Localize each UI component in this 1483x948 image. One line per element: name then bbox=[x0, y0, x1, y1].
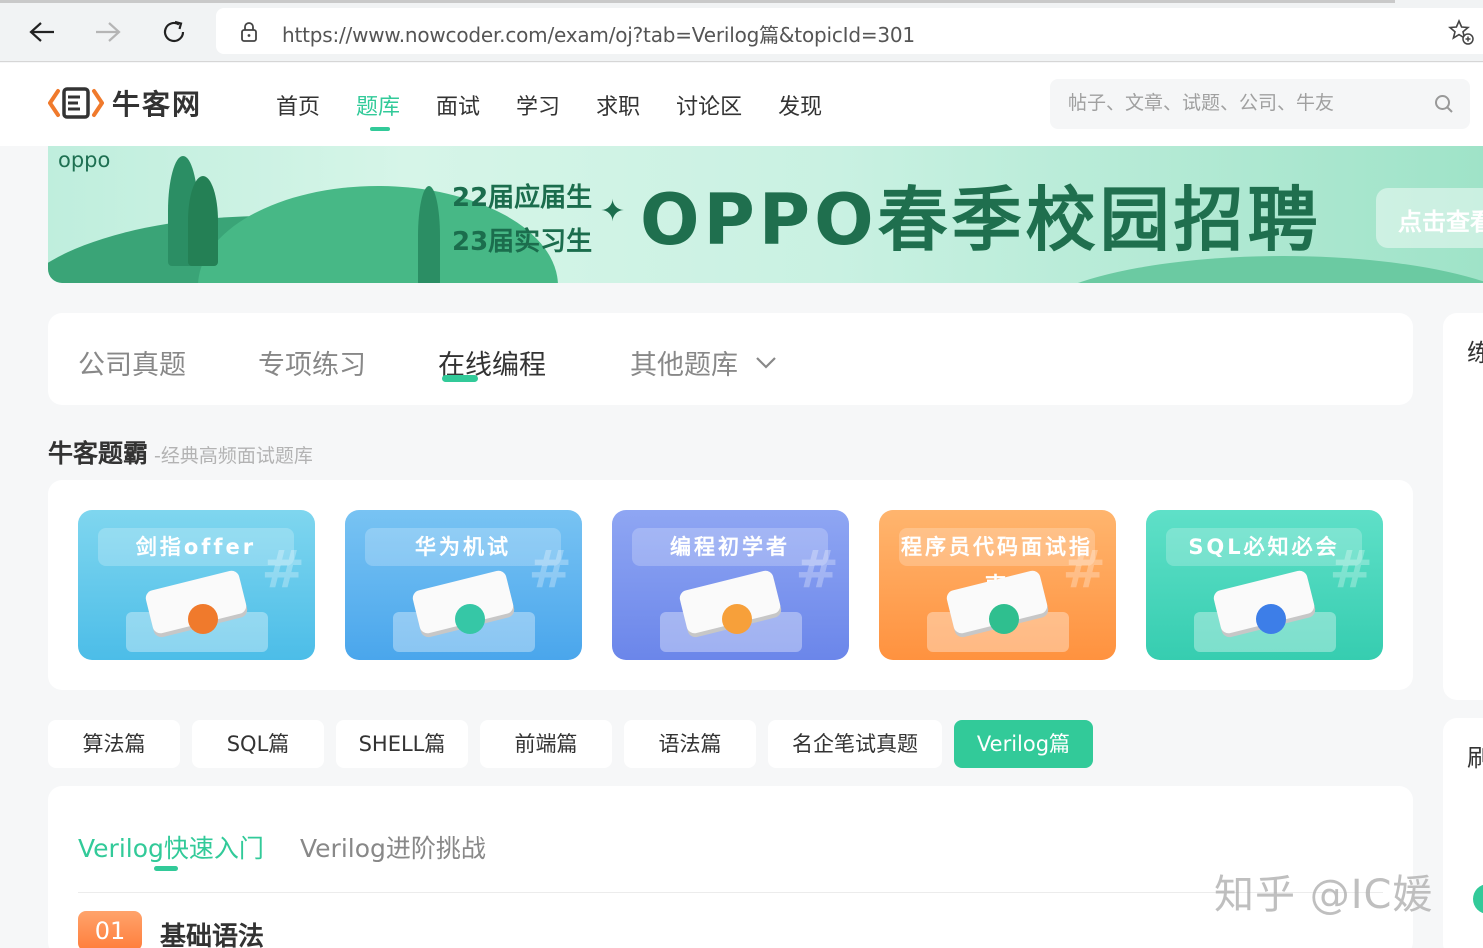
language-pill[interactable]: SQL篇 bbox=[192, 720, 324, 768]
browser-toolbar: https://www.nowcoder.com/exam/oj?tab=Ver… bbox=[0, 0, 1483, 62]
nav-item-2[interactable]: 面试 bbox=[436, 89, 480, 121]
hash-icon: # bbox=[261, 540, 305, 600]
banner-headline: OPPO春季校园招聘 bbox=[640, 179, 1322, 261]
right-panel-title: 练 bbox=[1467, 339, 1483, 367]
banner-cta-button[interactable]: 点击查看 bbox=[1376, 188, 1483, 248]
banner-tree bbox=[188, 176, 218, 266]
tab-strip-edge bbox=[0, 0, 1395, 3]
language-pill[interactable]: SHELL篇 bbox=[336, 720, 468, 768]
site-logo[interactable]: 牛客网 bbox=[47, 83, 203, 123]
language-pill[interactable]: 前端篇 bbox=[480, 720, 612, 768]
forward-button[interactable] bbox=[88, 12, 128, 52]
chapter-number-badge: 01 bbox=[78, 911, 142, 948]
nav-item-3[interactable]: 学习 bbox=[516, 89, 560, 121]
banner-tree bbox=[418, 186, 440, 283]
watermark: 知乎 @IC媛 bbox=[1214, 872, 1434, 918]
course-card[interactable]: 程序员代码面试指南# bbox=[879, 510, 1116, 660]
reload-icon bbox=[163, 20, 185, 43]
nowcoder-logo-icon bbox=[47, 83, 105, 123]
url-text[interactable]: https://www.nowcoder.com/exam/oj?tab=Ver… bbox=[282, 19, 915, 48]
search-input[interactable] bbox=[1068, 92, 1408, 114]
language-pill[interactable]: 名企笔试真题 bbox=[768, 720, 942, 768]
right-panel-practice: 练 bbox=[1443, 313, 1483, 700]
badge-icon bbox=[1256, 604, 1286, 634]
banner-line1: 22届应届生 bbox=[452, 183, 593, 213]
address-bar[interactable]: https://www.nowcoder.com/exam/oj?tab=Ver… bbox=[216, 8, 1483, 54]
promo-banner[interactable]: oppo 22届应届生 23届实习生 ✦ OPPO春季校园招聘 点击查看 bbox=[48, 146, 1483, 283]
tab-company-questions[interactable]: 公司真题 bbox=[78, 343, 186, 382]
course-cards: 剑指offer#华为机试#编程初学者#程序员代码面试指南#SQL必知必会# bbox=[48, 480, 1413, 690]
chapter-title[interactable]: 基础语法 bbox=[160, 916, 264, 948]
back-button[interactable] bbox=[22, 12, 62, 52]
right-panel-title: 刷 bbox=[1467, 744, 1483, 772]
nav-item-0[interactable]: 首页 bbox=[276, 89, 320, 121]
tab-other-banks-label: 其他题库 bbox=[630, 350, 738, 381]
section-title: 牛客题霸 bbox=[48, 439, 149, 468]
badge-icon bbox=[455, 604, 485, 634]
course-card[interactable]: 剑指offer # bbox=[78, 510, 315, 660]
main-nav: 首页 题库 面试 学习 求职 讨论区 发现 bbox=[276, 89, 858, 131]
subtab-verilog-quickstart[interactable]: Verilog快速入门 bbox=[78, 829, 264, 871]
right-panel-brush: 刷 bbox=[1443, 718, 1483, 948]
chevron-down-icon bbox=[755, 357, 776, 369]
nav-item-5[interactable]: 讨论区 bbox=[676, 89, 742, 121]
nav-item-1[interactable]: 题库 bbox=[356, 89, 400, 131]
divider bbox=[78, 892, 1383, 893]
arrow-left-icon bbox=[29, 22, 54, 42]
language-pill[interactable]: 算法篇 bbox=[48, 720, 180, 768]
oppo-logo: oppo bbox=[58, 148, 111, 172]
banner-years: 22届应届生 23届实习生 bbox=[452, 176, 592, 264]
hash-icon: # bbox=[1329, 540, 1373, 600]
subtab-verilog-advanced[interactable]: Verilog进阶挑战 bbox=[300, 829, 486, 865]
nav-item-4[interactable]: 求职 bbox=[596, 89, 640, 121]
badge-icon bbox=[188, 604, 218, 634]
sparkle-icon: ✦ bbox=[600, 194, 626, 229]
tab-other-banks[interactable]: 其他题库 bbox=[630, 343, 777, 382]
banner-line2: 23届实习生 bbox=[452, 227, 593, 257]
language-pill[interactable]: 语法篇 bbox=[624, 720, 756, 768]
tab-topic-practice[interactable]: 专项练习 bbox=[258, 343, 366, 382]
section-header: 牛客题霸 -经典高频面试题库 bbox=[48, 434, 313, 470]
language-pill[interactable]: Verilog篇 bbox=[954, 720, 1093, 768]
site-search[interactable] bbox=[1050, 79, 1470, 129]
hash-icon: # bbox=[1062, 540, 1106, 600]
course-card[interactable]: SQL必知必会 # bbox=[1146, 510, 1383, 660]
topic-panel: Verilog快速入门 Verilog进阶挑战 01 基础语法 bbox=[48, 786, 1413, 948]
logo-text: 牛客网 bbox=[112, 88, 203, 121]
hash-icon: # bbox=[528, 540, 572, 600]
course-card[interactable]: 编程初学者 # bbox=[612, 510, 849, 660]
tab-online-coding[interactable]: 在线编程 bbox=[438, 343, 546, 382]
category-tabs: 公司真题 专项练习 在线编程 其他题库 bbox=[48, 313, 1413, 405]
course-card[interactable]: 华为机试 # bbox=[345, 510, 582, 660]
site-header: 牛客网 首页 题库 面试 学习 求职 讨论区 发现 bbox=[0, 63, 1483, 146]
badge-icon bbox=[989, 604, 1019, 634]
search-icon[interactable] bbox=[1434, 94, 1454, 118]
lock-icon[interactable] bbox=[240, 21, 258, 47]
reload-button[interactable] bbox=[154, 12, 194, 52]
hash-icon: # bbox=[795, 540, 839, 600]
nav-item-6[interactable]: 发现 bbox=[778, 89, 822, 121]
arrow-right-icon bbox=[96, 22, 121, 42]
section-subtitle: -经典高频面试题库 bbox=[154, 445, 313, 467]
badge-icon bbox=[722, 604, 752, 634]
favorite-add-icon[interactable] bbox=[1447, 18, 1475, 52]
